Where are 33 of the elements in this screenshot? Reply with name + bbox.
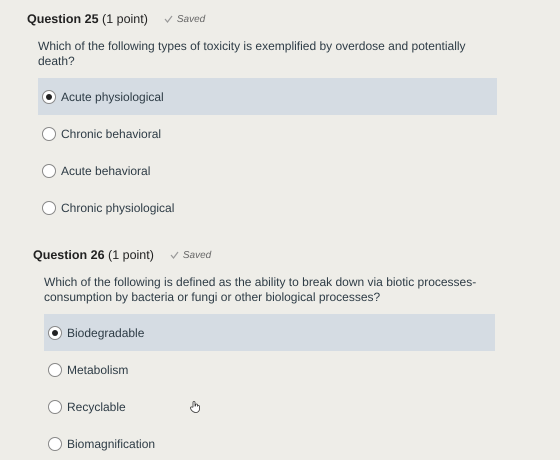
checkmark-icon [170,251,179,259]
option-label: Chronic behavioral [61,126,162,140]
answer-option[interactable]: Acute physiological [38,78,497,115]
answer-option[interactable]: Recyclable [44,388,495,425]
answer-option[interactable]: Biodegradable [44,314,495,351]
option-label: Metabolism [67,362,128,376]
question-text: Which of the following types of toxicity is exemplified by overdose and potentially death? [38,39,467,69]
option-label: Biodegradable [67,326,144,340]
radio-button[interactable] [42,126,56,140]
answer-option[interactable]: Acute behavioral [38,152,497,189]
radio-button[interactable] [42,200,56,214]
option-label: Acute behavioral [61,164,150,178]
answer-option[interactable]: Biomagnification [44,425,495,460]
answer-option[interactable]: Metabolism [44,351,495,388]
question-title: Question 26 (1 point) [33,248,154,262]
radio-button[interactable] [48,436,62,450]
checkmark-icon [164,15,173,23]
saved-status: Saved [164,14,206,24]
option-label: Recyclable [67,400,126,414]
radio-button[interactable] [42,90,56,104]
question-title: Question 25 (1 point) [27,12,148,26]
option-label: Biomagnification [67,436,156,450]
hand-cursor-icon [190,401,201,413]
option-label: Chronic physiological [61,200,174,214]
radio-button[interactable] [48,362,62,376]
radio-button[interactable] [42,164,56,178]
radio-button[interactable] [48,400,62,414]
saved-status: Saved [170,250,212,260]
radio-button[interactable] [48,326,62,340]
answer-option[interactable]: Chronic behavioral [38,115,497,152]
question-text: Which of the following is defined as the ability to break down via biotic processes-consumption by bacteria or fungi or other biological processes? [44,275,478,305]
option-label: Acute physiological [61,90,164,104]
answer-option[interactable]: Chronic physiological [38,189,497,226]
